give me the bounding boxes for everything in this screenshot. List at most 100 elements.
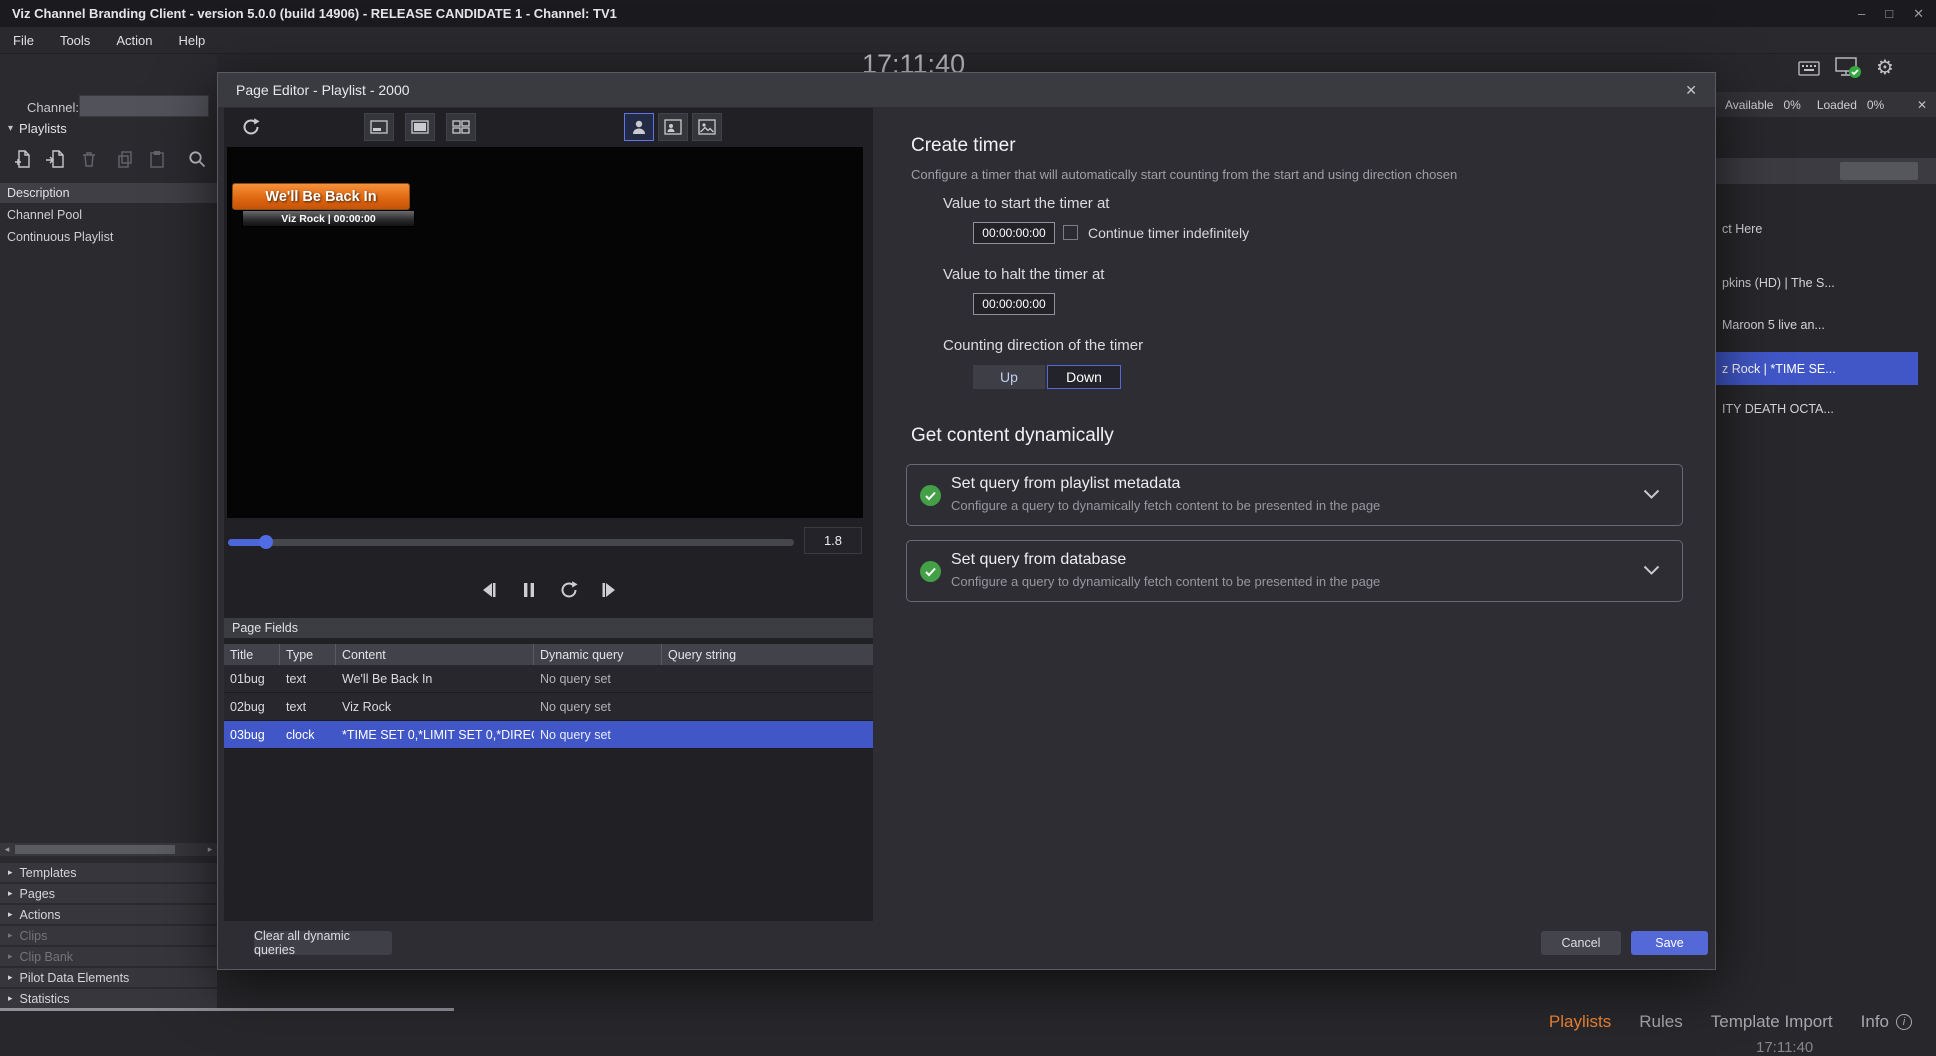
chevron-right-icon: ▸ (8, 951, 13, 962)
counting-direction-label: Counting direction of the timer (943, 337, 1143, 354)
layout-fullscreen-icon[interactable] (405, 113, 435, 141)
info-label: Info (1861, 1012, 1889, 1032)
sidebar-section-pages[interactable]: ▸ Pages (0, 884, 217, 903)
sidebar-section-playlists[interactable]: ▾ Playlists (8, 121, 67, 136)
delete-icon[interactable] (78, 148, 100, 170)
horizontal-scrollbar[interactable]: ◂ ▸ (0, 843, 217, 856)
sidebar-section-templates[interactable]: ▸ Templates (0, 863, 217, 882)
cell-type: text (280, 693, 336, 720)
close-icon[interactable]: ✕ (1685, 82, 1697, 99)
column-header-dynamic-query[interactable]: Dynamic query (534, 644, 662, 665)
layout-grid-icon[interactable] (446, 113, 476, 141)
available-value: 0% (1783, 98, 1800, 112)
chevron-down-icon[interactable] (1643, 565, 1660, 576)
preview-person-card-icon[interactable] (658, 113, 688, 141)
new-playlist-icon[interactable] (12, 148, 34, 170)
maximize-icon[interactable]: □ (1885, 6, 1893, 22)
keyboard-icon[interactable] (1798, 60, 1820, 77)
direction-up-button[interactable]: Up (973, 365, 1045, 389)
save-button[interactable]: Save (1631, 931, 1708, 955)
menu-tools[interactable]: Tools (47, 33, 103, 48)
playlist-toolbar-strip (1716, 158, 1936, 184)
available-label: Available (1725, 98, 1773, 112)
playlist-row[interactable]: ct Here (1722, 222, 1762, 236)
cell-dynamic-query: No query set (534, 721, 662, 748)
tab-playlists[interactable]: Playlists (1549, 1012, 1611, 1032)
minimize-icon[interactable]: – (1858, 6, 1865, 22)
query-panel-database[interactable]: Set query from database Configure a quer… (906, 540, 1683, 602)
table-row[interactable]: 01bug text We'll Be Back In No query set (224, 665, 873, 693)
chevron-down-icon: ▾ (8, 123, 13, 134)
sidebar-section-clips[interactable]: ▸ Clips (0, 926, 217, 945)
query-panel-playlist-metadata[interactable]: Set query from playlist metadata Configu… (906, 464, 1683, 526)
toolbar-button[interactable] (1840, 162, 1918, 180)
tab-template-import[interactable]: Template Import (1711, 1012, 1833, 1032)
scroll-left-icon[interactable]: ◂ (0, 844, 14, 855)
channel-input[interactable] (79, 95, 209, 117)
scroll-right-icon[interactable]: ▸ (203, 844, 217, 855)
timer-halt-input[interactable]: 00:00:00:00 (973, 293, 1055, 315)
playlist-row[interactable]: ITY DEATH OCTA... (1722, 402, 1834, 416)
tab-rules[interactable]: Rules (1639, 1012, 1682, 1032)
timer-start-input[interactable]: 00:00:00:00 (973, 222, 1055, 244)
continue-indefinitely-label: Continue timer indefinitely (1088, 225, 1249, 241)
refresh-icon[interactable] (236, 113, 266, 141)
cell-title: 02bug (224, 693, 280, 720)
cell-title: 03bug (224, 721, 280, 748)
cell-query-string (662, 665, 873, 692)
column-header-type[interactable]: Type (280, 644, 336, 665)
menu-help[interactable]: Help (165, 33, 218, 48)
column-header-content[interactable]: Content (336, 644, 534, 665)
paste-icon[interactable] (146, 148, 168, 170)
page-fields-table: Title Type Content Dynamic query Query s… (224, 644, 873, 749)
playlist-row[interactable]: pkins (HD) | The S... (1722, 276, 1835, 290)
preview-image-icon[interactable] (692, 113, 722, 141)
search-icon[interactable] (186, 148, 208, 170)
playback-controls (224, 575, 873, 605)
chevron-down-icon[interactable] (1643, 489, 1660, 500)
table-row-selected[interactable]: 03bug clock *TIME SET 0,*LIMIT SET 0,*DI… (224, 721, 873, 749)
page-fields-header: Page Fields (224, 618, 873, 638)
panel-splitter[interactable] (0, 1008, 454, 1011)
gear-icon[interactable]: ⚙ (1876, 58, 1894, 78)
menu-action[interactable]: Action (103, 33, 165, 48)
slider-thumb[interactable] (259, 535, 273, 549)
playlist-item-continuous-playlist[interactable]: Continuous Playlist (0, 226, 217, 247)
sidebar-section-pilot-data-elements[interactable]: ▸ Pilot Data Elements (0, 968, 217, 987)
playlist-row-selected[interactable]: z Rock | *TIME SE... (1716, 352, 1918, 385)
table-row[interactable]: 02bug text Viz Rock No query set (224, 693, 873, 721)
layout-lowerthird-icon[interactable] (364, 113, 394, 141)
dialog-title: Page Editor - Playlist - 2000 (236, 82, 410, 98)
sidebar-section-clip-bank[interactable]: ▸ Clip Bank (0, 947, 217, 966)
cancel-button[interactable]: Cancel (1541, 931, 1621, 955)
playlist-row[interactable]: Maroon 5 live an... (1722, 318, 1825, 332)
direction-down-button[interactable]: Down (1047, 365, 1121, 389)
tab-info[interactable]: Info i (1861, 1012, 1912, 1032)
copy-icon[interactable] (114, 148, 136, 170)
sidebar-section-statistics[interactable]: ▸ Statistics (0, 989, 217, 1008)
column-header-query-string[interactable]: Query string (662, 644, 873, 665)
menu-file[interactable]: File (0, 33, 47, 48)
playlist-item-channel-pool[interactable]: Channel Pool (0, 204, 217, 225)
continue-indefinitely-checkbox[interactable] (1063, 225, 1078, 240)
step-forward-icon[interactable] (597, 578, 621, 602)
sidebar-section-actions[interactable]: ▸ Actions (0, 905, 217, 924)
create-timer-description: Configure a timer that will automaticall… (911, 167, 1457, 182)
loaded-label: Loaded (1817, 98, 1857, 112)
scrollbar-thumb[interactable] (15, 845, 175, 854)
step-back-icon[interactable] (477, 578, 501, 602)
column-header-title[interactable]: Title (224, 644, 280, 665)
chevron-right-icon: ▸ (8, 993, 13, 1004)
cell-query-string (662, 721, 873, 748)
speed-slider[interactable] (228, 539, 794, 546)
close-icon[interactable]: ✕ (1917, 98, 1927, 112)
preview-person-icon[interactable] (624, 113, 654, 141)
close-icon[interactable]: ✕ (1913, 6, 1924, 22)
monitor-status-icon[interactable] (1834, 56, 1862, 80)
pause-icon[interactable] (517, 578, 541, 602)
section-label: Pilot Data Elements (20, 971, 130, 985)
loop-icon[interactable] (557, 578, 581, 602)
import-playlist-icon[interactable] (44, 148, 66, 170)
chevron-right-icon: ▸ (8, 867, 13, 878)
clear-dynamic-queries-button[interactable]: Clear all dynamic queries (254, 931, 392, 955)
